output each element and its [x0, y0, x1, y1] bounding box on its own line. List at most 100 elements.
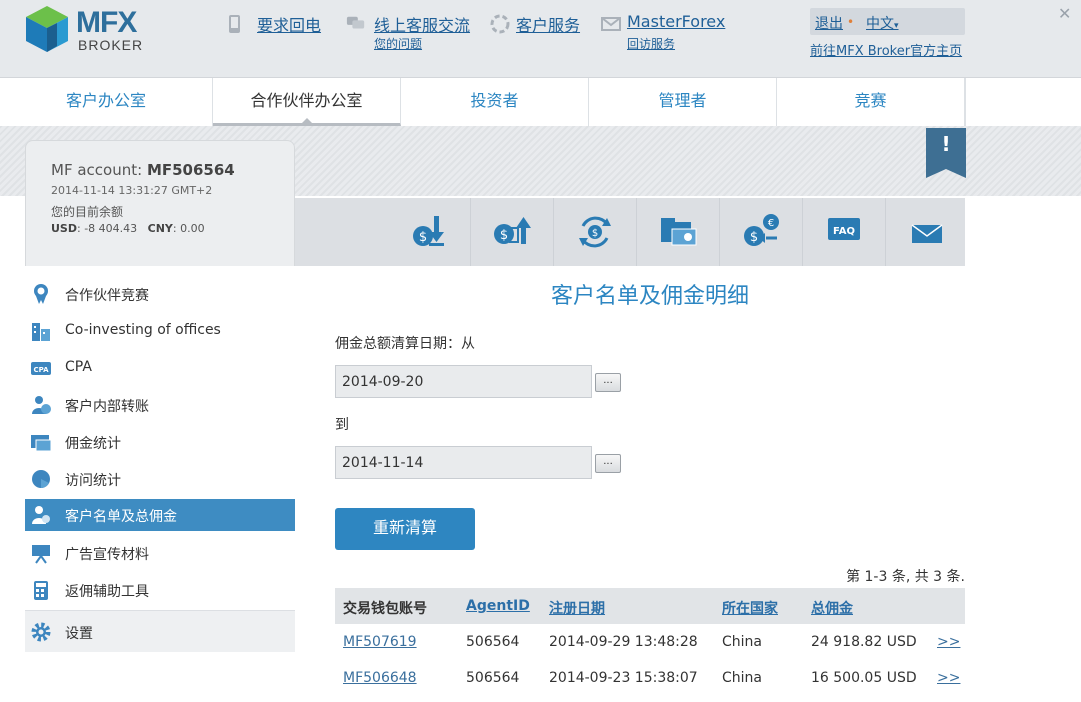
- sidebar: 合作伙伴竞赛 Co-investing of offices CPA CPA 客…: [25, 266, 295, 652]
- goto-main-site-link[interactable]: 前往MFX Broker官方主页: [810, 40, 962, 59]
- pagination-summary: 第 1-3 条, 共 3 条.: [846, 569, 965, 585]
- svg-text:$: $: [419, 230, 427, 245]
- country-cell: China: [722, 634, 762, 650]
- logo-cube-icon: [26, 6, 68, 52]
- balance-label: 您的目前余额: [51, 205, 124, 219]
- sidebar-item-label: CPA: [65, 359, 92, 375]
- active-caret-icon: [300, 118, 313, 124]
- deposit-icon: $: [413, 216, 444, 246]
- page-title: 客户名单及佣金明细: [550, 284, 749, 309]
- to-date-picker-button[interactable]: ...: [595, 454, 621, 473]
- language-box: 退出 • 中文▾: [810, 8, 965, 35]
- mfx-logo[interactable]: MFX BROKER: [24, 4, 164, 54]
- award-icon: [34, 284, 48, 304]
- sidebar-item-partner-contest[interactable]: 合作伙伴竞赛: [25, 275, 295, 312]
- exclamation-icon: !: [941, 132, 951, 156]
- to-date-label: 到: [335, 417, 349, 433]
- cpa-icon: CPA: [31, 362, 51, 375]
- message-button[interactable]: [886, 198, 969, 266]
- sidebar-item-settings[interactable]: 设置: [25, 610, 295, 652]
- exchange-icon: $ €: [744, 214, 779, 246]
- deposit-button[interactable]: $: [388, 198, 471, 266]
- sidebar-item-label: 返佣辅助工具: [65, 584, 149, 600]
- tab-partner-office[interactable]: 合作伙伴办公室: [213, 78, 401, 126]
- sidebar-item-visit-stats[interactable]: 访问统计: [25, 460, 295, 497]
- callback-link[interactable]: 要求回电: [257, 12, 321, 36]
- tab-manager[interactable]: 管理者: [589, 78, 777, 126]
- column-header-commission[interactable]: 总佣金: [811, 598, 853, 618]
- account-link[interactable]: MF507619: [343, 634, 417, 650]
- globe-icon: [32, 470, 50, 488]
- sidebar-item-coinvesting[interactable]: Co-investing of offices: [25, 312, 295, 349]
- support-icon: [490, 14, 510, 34]
- feedback-link[interactable]: 回访服务: [627, 35, 675, 52]
- chat-link[interactable]: 线上客服交流: [374, 12, 470, 36]
- sidebar-item-label: Co-investing of offices: [65, 322, 221, 338]
- tab-contest[interactable]: 竞赛: [777, 78, 965, 126]
- sidebar-item-commission-stats[interactable]: 佣金统计: [25, 423, 295, 460]
- sidebar-item-label: 合作伙伴竞赛: [65, 288, 149, 304]
- account-link[interactable]: MF506648: [343, 670, 417, 686]
- agent-id-cell: 506564: [466, 634, 520, 650]
- buildings-icon: [32, 323, 50, 341]
- sidebar-item-cpa[interactable]: CPA CPA: [25, 349, 295, 386]
- tab-label: 合作伙伴办公室: [250, 91, 363, 110]
- recalculate-button[interactable]: 重新清算: [335, 508, 475, 550]
- faq-icon-text: FAQ: [833, 226, 855, 237]
- svg-text:€: €: [768, 218, 774, 229]
- chat-sub-link[interactable]: 您的问题: [374, 35, 422, 52]
- tab-investor[interactable]: 投资者: [401, 78, 589, 126]
- usd-value: : -8 404.43: [77, 222, 138, 235]
- account-title: MF account: MF506564: [51, 161, 235, 179]
- chat-icon: [346, 16, 365, 29]
- mail-icon: [601, 17, 621, 31]
- cny-label: CNY: [147, 222, 173, 235]
- close-icon[interactable]: ✕: [1058, 4, 1071, 23]
- action-toolbar: $ $ $ $ € FAQ: [295, 198, 965, 266]
- from-date-picker-button[interactable]: ...: [595, 373, 621, 392]
- commission-cell: 16 500.05 USD: [811, 670, 917, 686]
- sidebar-item-label: 设置: [65, 626, 93, 642]
- from-date-input[interactable]: 2014-09-20: [335, 365, 592, 398]
- table-header: 交易钱包账号 AgentID 注册日期 所在国家 总佣金: [335, 588, 965, 624]
- sidebar-item-label: 访问统计: [65, 473, 121, 489]
- country-cell: China: [722, 670, 762, 686]
- exchange-button[interactable]: $ €: [720, 198, 803, 266]
- transfer-button[interactable]: $: [554, 198, 637, 266]
- details-link[interactable]: >>: [937, 634, 960, 650]
- calculator-icon: [34, 581, 48, 600]
- sidebar-item-label: 客户名单及总佣金: [65, 509, 177, 525]
- tab-client-office[interactable]: 客户办公室: [0, 78, 213, 126]
- account-card: MF account: MF506564 2014-11-14 13:31:27…: [25, 140, 295, 266]
- from-date-label: 佣金总额清算日期：从: [335, 336, 475, 352]
- column-header-agentid[interactable]: AgentID: [466, 598, 530, 614]
- tab-label: 客户办公室: [65, 91, 146, 110]
- wallet-button[interactable]: [637, 198, 720, 266]
- gear-icon: [31, 622, 51, 642]
- balance-values: USD: -8 404.43 CNY: 0.00: [51, 222, 205, 235]
- tab-label: 竞赛: [854, 91, 887, 110]
- support-link[interactable]: 客户服务: [516, 12, 580, 36]
- account-datetime: 2014-11-14 13:31:27 GMT+2: [51, 184, 213, 197]
- sidebar-item-client-list[interactable]: 客户名单及总佣金: [25, 499, 295, 531]
- sidebar-item-rebate-tools[interactable]: 返佣辅助工具: [25, 571, 295, 608]
- sidebar-item-internal-transfer[interactable]: 客户内部转账: [25, 386, 295, 423]
- logout-link[interactable]: 退出: [815, 13, 843, 33]
- masterforex-link[interactable]: MasterForex: [627, 12, 725, 31]
- sidebar-item-ad-materials[interactable]: 广告宣传材料: [25, 534, 295, 571]
- language-select[interactable]: 中文▾: [866, 13, 899, 33]
- column-header-reg-date[interactable]: 注册日期: [549, 598, 605, 618]
- sidebar-item-label: 佣金统计: [65, 436, 121, 452]
- sidebar-item-label: 广告宣传材料: [65, 547, 149, 563]
- withdraw-button[interactable]: $: [471, 198, 554, 266]
- tab-label: 管理者: [658, 91, 707, 110]
- details-link[interactable]: >>: [937, 670, 960, 686]
- user-transfer-icon: [32, 396, 51, 414]
- faq-button[interactable]: FAQ: [803, 198, 886, 266]
- table-row: MF507619 506564 2014-09-29 13:48:28 Chin…: [335, 624, 965, 660]
- to-date-input[interactable]: 2014-11-14: [335, 446, 592, 479]
- reg-date-cell: 2014-09-23 15:38:07: [549, 670, 698, 686]
- agent-id-cell: 506564: [466, 670, 520, 686]
- column-header-country[interactable]: 所在国家: [722, 598, 778, 618]
- table-row: MF506648 506564 2014-09-23 15:38:07 Chin…: [335, 660, 965, 696]
